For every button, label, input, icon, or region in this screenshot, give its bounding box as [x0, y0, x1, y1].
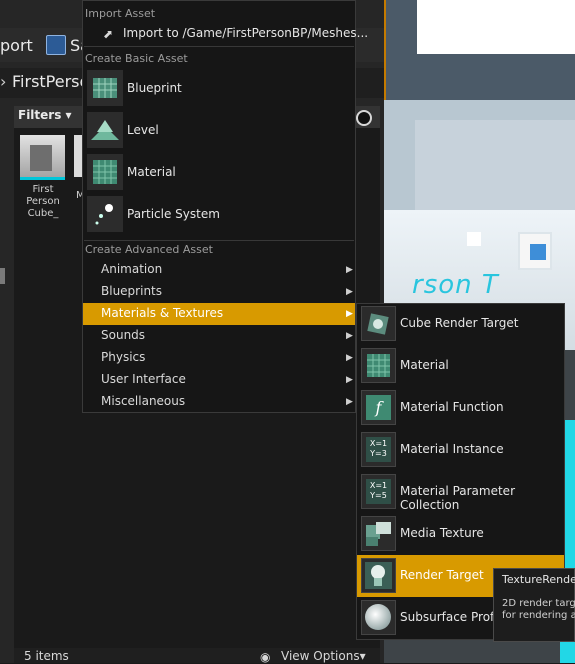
- asset-label: First Person Cube_: [26, 184, 60, 219]
- blueprints-item[interactable]: Blueprints: [101, 284, 162, 298]
- material-function-icon: f: [361, 390, 396, 425]
- particle-system-icon: [87, 196, 123, 232]
- chevron-right-icon: ▶: [346, 397, 353, 407]
- animation-item[interactable]: Animation: [101, 262, 162, 276]
- view-options-label: View Options: [281, 649, 360, 663]
- basic-asset-header: Create Basic Asset: [85, 52, 188, 65]
- material-item[interactable]: Material: [127, 165, 176, 179]
- function-glyph: f: [366, 395, 391, 420]
- image-icon-inner: [530, 244, 546, 260]
- view-options-button[interactable]: View Options▾: [281, 649, 366, 663]
- level-icon: [87, 112, 123, 148]
- chevron-down-icon: ▾: [65, 108, 72, 122]
- chevron-right-icon: ▶: [346, 331, 353, 341]
- import-asset-header: Import Asset: [85, 7, 156, 20]
- import-button-label[interactable]: port: [0, 36, 33, 55]
- level-item[interactable]: Level: [127, 123, 159, 137]
- chevron-right-icon: ▶: [346, 353, 353, 363]
- save-icon[interactable]: [46, 35, 66, 55]
- material-parameter-collection-icon: X=1 Y=5: [361, 474, 396, 509]
- viewport-wall: [415, 120, 575, 210]
- tooltip-title: TextureRender: [502, 573, 575, 586]
- asset-type-bar: [20, 177, 65, 180]
- material-item[interactable]: Material: [400, 358, 449, 372]
- blueprint-icon: [87, 70, 123, 106]
- cube-render-target-item[interactable]: Cube Render Target: [400, 316, 518, 330]
- miscellaneous-item[interactable]: Miscellaneous: [101, 394, 185, 408]
- tooltip-description: 2D render targ for rendering a: [502, 598, 575, 621]
- filters-label: Filters: [18, 108, 62, 122]
- physics-item[interactable]: Physics: [101, 350, 145, 364]
- user-interface-item[interactable]: User Interface: [101, 372, 186, 386]
- item-count: 5 items: [24, 649, 69, 663]
- cube-mesh-icon: [30, 145, 52, 171]
- chevron-right-icon: ▶: [346, 287, 353, 297]
- render-target-icon: [361, 558, 396, 593]
- media-texture-icon: [361, 516, 396, 551]
- material-icon: [361, 348, 396, 383]
- asset-thumbnail-2[interactable]: [74, 135, 82, 177]
- instance-glyph: X=1 Y=3: [366, 437, 391, 462]
- media-texture-item[interactable]: Media Texture: [400, 526, 484, 540]
- render-target-item[interactable]: Render Target: [400, 568, 484, 582]
- filters-button[interactable]: Filters ▾: [18, 108, 72, 122]
- viewport-text: rson T: [412, 270, 499, 300]
- subsurface-profile-icon: [361, 600, 396, 635]
- chevron-right-icon: ▶: [346, 309, 353, 319]
- viewport-sky: [417, 0, 575, 54]
- materials-textures-item[interactable]: Materials & Textures: [101, 306, 223, 320]
- import-icon: ⬈: [103, 27, 114, 41]
- chevron-right-icon: ▶: [346, 265, 353, 275]
- particle-system-item[interactable]: Particle System: [127, 207, 220, 221]
- advanced-asset-header: Create Advanced Asset: [85, 243, 213, 256]
- sounds-item[interactable]: Sounds: [101, 328, 145, 342]
- material-instance-icon: X=1 Y=3: [361, 432, 396, 467]
- material-icon: [87, 154, 123, 190]
- menu-separator: [84, 240, 354, 241]
- material-instance-item[interactable]: Material Instance: [400, 442, 504, 456]
- material-parameter-collection-item[interactable]: Material Parameter Collection: [400, 484, 575, 512]
- folder-path-label[interactable]: FirstPerso: [12, 72, 89, 91]
- blueprint-item[interactable]: Blueprint: [127, 81, 182, 95]
- scroll-handle[interactable]: [0, 268, 5, 284]
- chevron-right-icon: ▶: [346, 375, 353, 385]
- eye-icon: ◉: [260, 650, 271, 664]
- viewport-object: [467, 232, 481, 246]
- material-function-item[interactable]: Material Function: [400, 400, 504, 414]
- path-chevron-icon[interactable]: ›: [0, 72, 6, 91]
- param-glyph: X=1 Y=5: [366, 479, 391, 504]
- menu-separator: [84, 46, 354, 47]
- search-icon[interactable]: [356, 110, 372, 126]
- import-to-item[interactable]: Import to /Game/FirstPersonBP/Meshes...: [123, 26, 368, 40]
- cube-render-target-icon: [361, 306, 396, 341]
